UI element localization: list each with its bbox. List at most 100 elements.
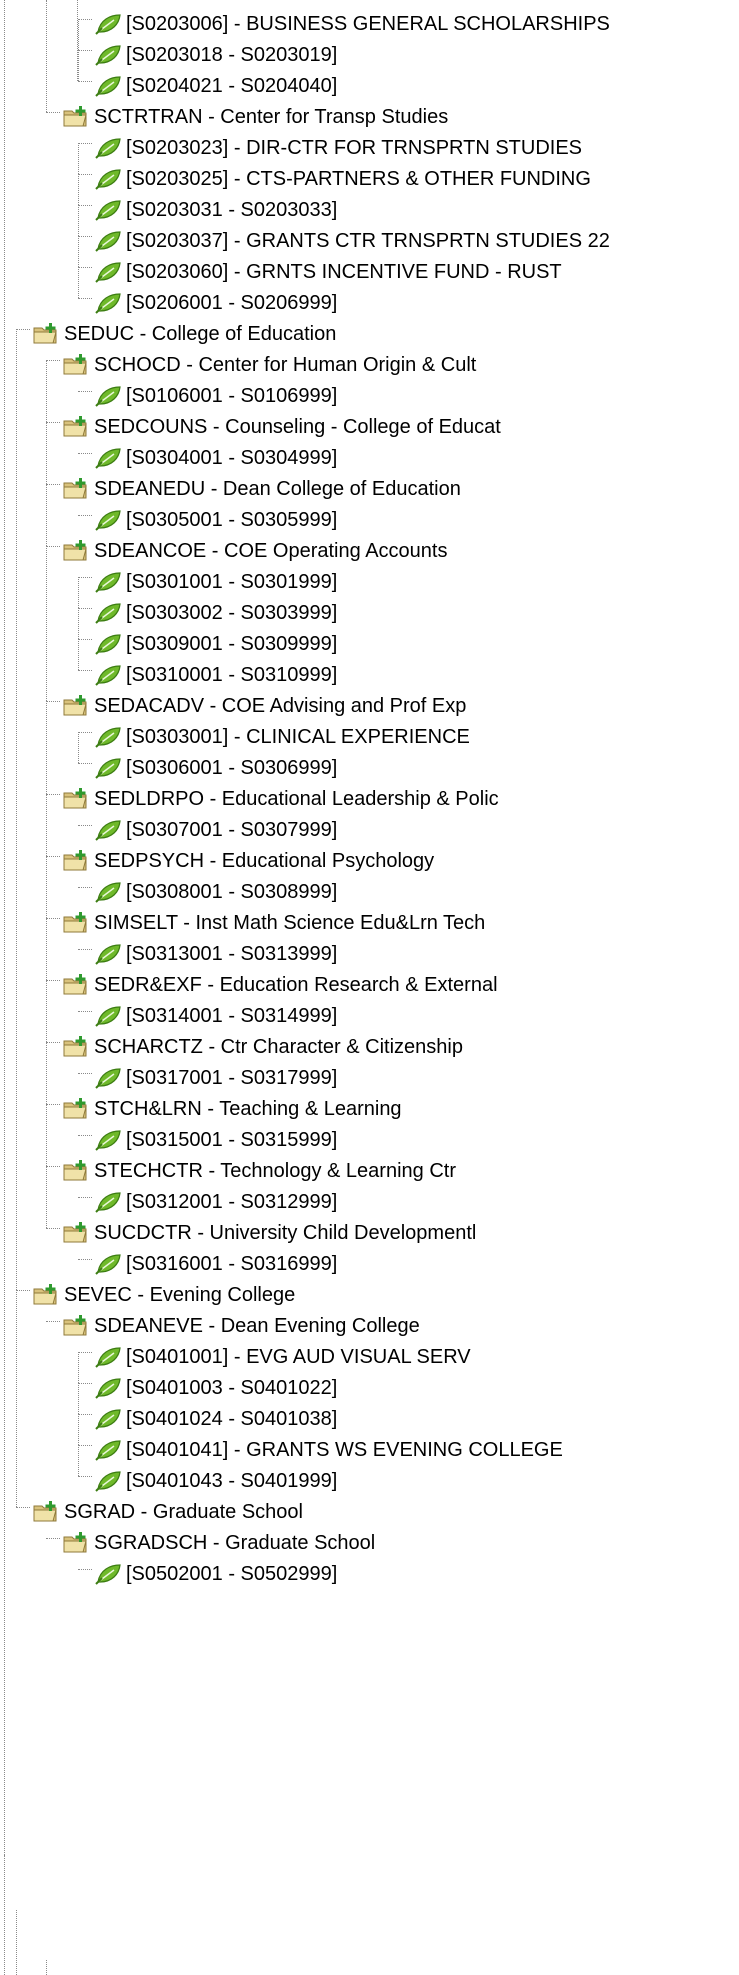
tree-leaf-node[interactable]: [S0301001 - S0301999] — [94, 566, 337, 597]
tree-connector — [46, 422, 60, 423]
tree-guide — [78, 236, 79, 267]
tree-node-label: SIMSELT - Inst Math Science Edu&Lrn Tech — [94, 911, 486, 934]
tree-leaf-node[interactable]: [S0203023] - DIR-CTR FOR TRNSPRTN STUDIE… — [94, 132, 582, 163]
tree-leaf-node[interactable]: [S0303001] - CLINICAL EXPERIENCE — [94, 721, 470, 752]
tree-leaf-node[interactable]: [S0203006] - BUSINESS GENERAL SCHOLARSHI… — [94, 8, 610, 39]
tree-connector — [78, 174, 92, 175]
tree-leaf-node[interactable]: [S0203031 - S0203033] — [94, 194, 337, 225]
tree-leaf-node[interactable]: [S0307001 - S0307999] — [94, 814, 337, 845]
tree-leaf-node[interactable]: [S0401024 - S0401038] — [94, 1403, 337, 1434]
tree-folder-node[interactable]: SEDACADV - COE Advising and Prof Exp — [62, 690, 466, 721]
tree-folder-node[interactable]: SIMSELT - Inst Math Science Edu&Lrn Tech — [62, 907, 485, 938]
tree-node-label: SEVEC - Evening College — [64, 1283, 296, 1306]
tree-leaf-node[interactable]: [S0204021 - S0204040] — [94, 70, 337, 101]
tree-folder-node[interactable]: SDEANEVE - Dean Evening College — [62, 1310, 420, 1341]
tree-leaf-node[interactable]: [S0308001 - S0308999] — [94, 876, 337, 907]
tree-leaf-node[interactable]: [S0203018 - S0203019] — [94, 39, 337, 70]
tree-node-label: [S0401043 - S0401999] — [126, 1469, 338, 1492]
tree-node-label: SDEANCOE - COE Operating Accounts — [94, 539, 448, 562]
leaf-icon — [94, 12, 122, 36]
tree-leaf-node[interactable]: [S0316001 - S0316999] — [94, 1248, 337, 1279]
tree-node-label: [S0310001 - S0310999] — [126, 663, 338, 686]
tree-node-label: [S0304001 - S0304999] — [126, 446, 338, 469]
tree-node-label: SEDR&EXF - Education Research & External — [94, 973, 498, 996]
tree-leaf-node[interactable]: [S0303002 - S0303999] — [94, 597, 337, 628]
tree-guide — [16, 1910, 17, 1975]
tree-leaf-node[interactable]: [S0203060] - GRNTS INCENTIVE FUND - RUST — [94, 256, 562, 287]
tree-leaf-node[interactable]: [S0106001 - S0106999] — [94, 380, 337, 411]
tree-connector — [46, 1321, 60, 1322]
tree-leaf-node[interactable]: [S0203037] - GRANTS CTR TRNSPRTN STUDIES… — [94, 225, 610, 256]
tree-leaf-node[interactable]: [S0315001 - S0315999] — [94, 1124, 337, 1155]
tree-leaf-node[interactable]: [S0313001 - S0313999] — [94, 938, 337, 969]
tree-node-label: SGRAD - Graduate School — [64, 1500, 303, 1523]
tree-guide — [46, 794, 47, 856]
tree-folder-node[interactable]: SUCDCTR - University Child Developmentl — [62, 1217, 476, 1248]
leaf-icon — [94, 1469, 122, 1493]
tree-node-label: [S0203023] - DIR-CTR FOR TRNSPRTN STUDIE… — [126, 136, 583, 159]
tree-folder-node[interactable]: SGRADSCH - Graduate School — [62, 1527, 375, 1558]
tree-leaf-node[interactable]: [S0314001 - S0314999] — [94, 1000, 337, 1031]
tree-folder-node[interactable]: STECHCTR - Technology & Learning Ctr — [62, 1155, 456, 1186]
tree-folder-node[interactable]: SEDCOUNS - Counseling - College of Educa… — [62, 411, 501, 442]
folder-add-icon — [62, 1035, 90, 1059]
tree-folder-node[interactable]: SCTRTRAN - Center for Transp Studies — [62, 101, 448, 132]
tree-guide — [78, 639, 79, 670]
account-tree: [S0203006] - BUSINESS GENERAL SCHOLARSHI… — [0, 0, 739, 1975]
tree-folder-node[interactable]: SEDR&EXF - Education Research & External — [62, 969, 498, 1000]
tree-leaf-node[interactable]: [S0312001 - S0312999] — [94, 1186, 337, 1217]
tree-guide — [46, 360, 47, 422]
tree-guide — [78, 19, 79, 50]
tree-folder-node[interactable]: SGRAD - Graduate School — [32, 1496, 303, 1527]
tree-leaf-node[interactable]: [S0305001 - S0305999] — [94, 504, 337, 535]
tree-node-label: SGRADSCH - Graduate School — [94, 1531, 376, 1554]
tree-node-label: [S0203025] - CTS-PARTNERS & OTHER FUNDIN… — [126, 167, 591, 190]
tree-node-label: [S0203031 - S0203033] — [126, 198, 338, 221]
leaf-icon — [94, 942, 122, 966]
tree-node-label: [S0401001] - EVG AUD VISUAL SERV — [126, 1345, 471, 1368]
folder-add-icon — [62, 415, 90, 439]
tree-leaf-node[interactable]: [S0317001 - S0317999] — [94, 1062, 337, 1093]
tree-leaf-node[interactable]: [S0502001 - S0502999] — [94, 1558, 337, 1589]
tree-folder-node[interactable]: STCH&LRN - Teaching & Learning — [62, 1093, 402, 1124]
folder-add-icon — [62, 105, 90, 129]
tree-folder-node[interactable]: SCHOCD - Center for Human Origin & Cult — [62, 349, 476, 380]
tree-guide — [16, 329, 17, 1290]
leaf-icon — [94, 508, 122, 532]
tree-folder-node[interactable]: SDEANCOE - COE Operating Accounts — [62, 535, 447, 566]
tree-connector — [78, 1383, 92, 1384]
leaf-icon — [94, 1562, 122, 1586]
tree-leaf-node[interactable]: [S0401003 - S0401022] — [94, 1372, 337, 1403]
folder-add-icon — [62, 477, 90, 501]
tree-leaf-node[interactable]: [S0304001 - S0304999] — [94, 442, 337, 473]
tree-guide — [78, 577, 79, 608]
folder-add-icon — [62, 539, 90, 563]
tree-connector — [78, 236, 92, 237]
tree-connector — [46, 701, 60, 702]
tree-leaf-node[interactable]: [S0309001 - S0309999] — [94, 628, 337, 659]
tree-folder-node[interactable]: SEDUC - College of Education — [32, 318, 336, 349]
tree-folder-node[interactable]: SEDLDRPO - Educational Leadership & Poli… — [62, 783, 499, 814]
tree-leaf-node[interactable]: [S0310001 - S0310999] — [94, 659, 337, 690]
tree-folder-node[interactable]: SDEANEDU - Dean College of Education — [62, 473, 461, 504]
tree-leaf-node[interactable]: [S0206001 - S0206999] — [94, 287, 337, 318]
leaf-icon — [94, 198, 122, 222]
tree-folder-node[interactable]: SCHARCTZ - Ctr Character & Citizenship — [62, 1031, 463, 1062]
folder-add-icon — [62, 694, 90, 718]
tree-folder-node[interactable]: SEVEC - Evening College — [32, 1279, 295, 1310]
tree-leaf-node[interactable]: [S0401043 - S0401999] — [94, 1465, 337, 1496]
tree-node-label: [S0401003 - S0401022] — [126, 1376, 338, 1399]
tree-connector — [78, 763, 92, 764]
tree-connector — [78, 1414, 92, 1415]
tree-leaf-node[interactable]: [S0306001 - S0306999] — [94, 752, 337, 783]
leaf-icon — [94, 1407, 122, 1431]
leaf-icon — [94, 632, 122, 656]
tree-connector — [78, 949, 92, 950]
tree-node-label: SDEANEDU - Dean College of Education — [94, 477, 461, 500]
leaf-icon — [94, 229, 122, 253]
tree-leaf-node[interactable]: [S0401041] - GRANTS WS EVENING COLLEGE — [94, 1434, 563, 1465]
tree-connector — [78, 1259, 92, 1260]
tree-leaf-node[interactable]: [S0203025] - CTS-PARTNERS & OTHER FUNDIN… — [94, 163, 591, 194]
tree-leaf-node[interactable]: [S0401001] - EVG AUD VISUAL SERV — [94, 1341, 471, 1372]
tree-folder-node[interactable]: SEDPSYCH - Educational Psychology — [62, 845, 434, 876]
